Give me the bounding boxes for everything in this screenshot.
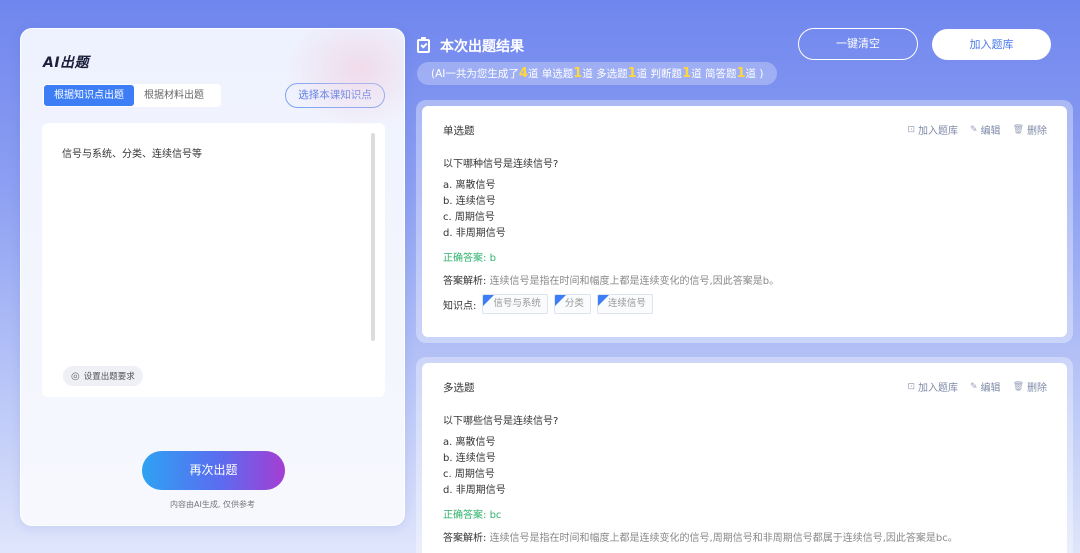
add-to-bank-button[interactable]: ⊡ 加入题库 [907,122,958,138]
settings-icon: ◎ [71,370,80,382]
question-type: 单选题 [443,125,475,137]
set-requirements-label: 设置出题要求 [83,372,135,382]
topic-input-text: 信号与系统、分类、连续信号等 [62,149,202,160]
knowledge-point-tag: 连续信号 [596,294,653,314]
option-c: c. 周期信号 [443,469,495,480]
option-b: b. 连续信号 [443,453,496,464]
result-title: 本次出题结果 [440,39,524,55]
question-actions: ⊡ 加入题库 ✎ 编辑 🗑 删除 [907,379,1047,395]
topic-input-area[interactable]: 信号与系统、分类、连续信号等 ◎ 设置出题要求 [42,123,385,397]
question-options: a. 离散信号 b. 连续信号 c. 周期信号 d. 非周期信号 [443,435,506,499]
multi-choice-count: 1 [627,66,637,81]
question-stem: 以下哪些信号是连续信号? [443,416,559,427]
ai-question-panel: AI出题 根据知识点出题 根据材料出题 选择本课知识点 信号与系统、分类、连续信… [20,28,405,526]
delete-button[interactable]: 🗑 删除 [1012,122,1047,138]
add-to-bank-button[interactable]: ⊡ 加入题库 [907,379,958,395]
option-d: d. 非周期信号 [443,485,506,496]
clear-all-button[interactable]: 一键清空 [798,28,918,60]
question-actions: ⊡ 加入题库 ✎ 编辑 🗑 删除 [907,122,1047,138]
select-knowledge-points-button[interactable]: 选择本课知识点 [285,83,385,108]
bank-icon: ⊡ [907,381,916,392]
tab-by-material[interactable]: 根据材料出题 [134,85,214,106]
clipboard-check-icon [417,37,430,53]
question-type: 多选题 [443,382,475,394]
option-c: c. 周期信号 [443,212,495,223]
option-d: d. 非周期信号 [443,228,506,239]
tab-by-knowledge-point[interactable]: 根据知识点出题 [44,85,134,106]
edit-button[interactable]: ✎ 编辑 [970,122,1001,138]
single-choice-count: 1 [573,66,583,81]
option-a: a. 离散信号 [443,437,496,448]
answer-analysis: 答案解析: 连续信号是指在时间和幅度上都是连续变化的信号,因此答案是b。 [443,276,780,287]
pencil-icon: ✎ [970,381,978,392]
judgement-count: 1 [682,66,692,81]
trash-icon: 🗑 [1012,381,1024,392]
correct-answer: 正确答案: bc [443,510,502,521]
question-card-wrapper: 单选题 ⊡ 加入题库 ✎ 编辑 🗑 删除 以下哪种信号是连续信号? a. 离散信… [416,100,1073,343]
question-card: 单选题 ⊡ 加入题库 ✎ 编辑 🗑 删除 以下哪种信号是连续信号? a. 离散信… [422,106,1067,337]
question-card-wrapper: 多选题 ⊡ 加入题库 ✎ 编辑 🗑 删除 以下哪些信号是连续信号? a. 离散信… [416,357,1073,553]
bank-icon: ⊡ [907,124,916,135]
option-b: b. 连续信号 [443,196,496,207]
generation-summary: (AI一共为您生成了4道 单选题1道 多选题1道 判断题1道 简答题1道 ) [417,62,778,85]
correct-answer: 正确答案: b [443,253,496,264]
knowledge-point-tag: 信号与系统 [482,294,548,314]
pencil-icon: ✎ [970,124,978,135]
input-scrollbar[interactable] [371,133,375,341]
question-card: 多选题 ⊡ 加入题库 ✎ 编辑 🗑 删除 以下哪些信号是连续信号? a. 离散信… [422,363,1067,553]
option-a: a. 离散信号 [443,180,496,191]
edit-button[interactable]: ✎ 编辑 [970,379,1001,395]
set-requirements-button[interactable]: ◎ 设置出题要求 [63,366,143,386]
short-answer-count: 1 [736,66,746,81]
ai-disclaimer: 内容由AI生成, 仅供参考 [170,500,255,509]
mode-tabs: 根据知识点出题 根据材料出题 [43,84,221,107]
add-all-to-bank-button[interactable]: 加入题库 [932,29,1051,60]
panel-title: AI出题 [43,55,90,71]
knowledge-points: 知识点: 信号与系统 分类 连续信号 [443,294,653,314]
knowledge-point-tag: 分类 [553,294,591,314]
regenerate-button[interactable]: 再次出题 [142,451,285,490]
answer-analysis: 答案解析: 连续信号是指在时间和幅度上都是连续变化的信号,周期信号和非周期信号都… [443,533,958,544]
trash-icon: 🗑 [1012,124,1024,135]
total-count: 4 [518,66,528,81]
question-options: a. 离散信号 b. 连续信号 c. 周期信号 d. 非周期信号 [443,178,506,242]
delete-button[interactable]: 🗑 删除 [1012,379,1047,395]
question-stem: 以下哪种信号是连续信号? [443,159,559,170]
